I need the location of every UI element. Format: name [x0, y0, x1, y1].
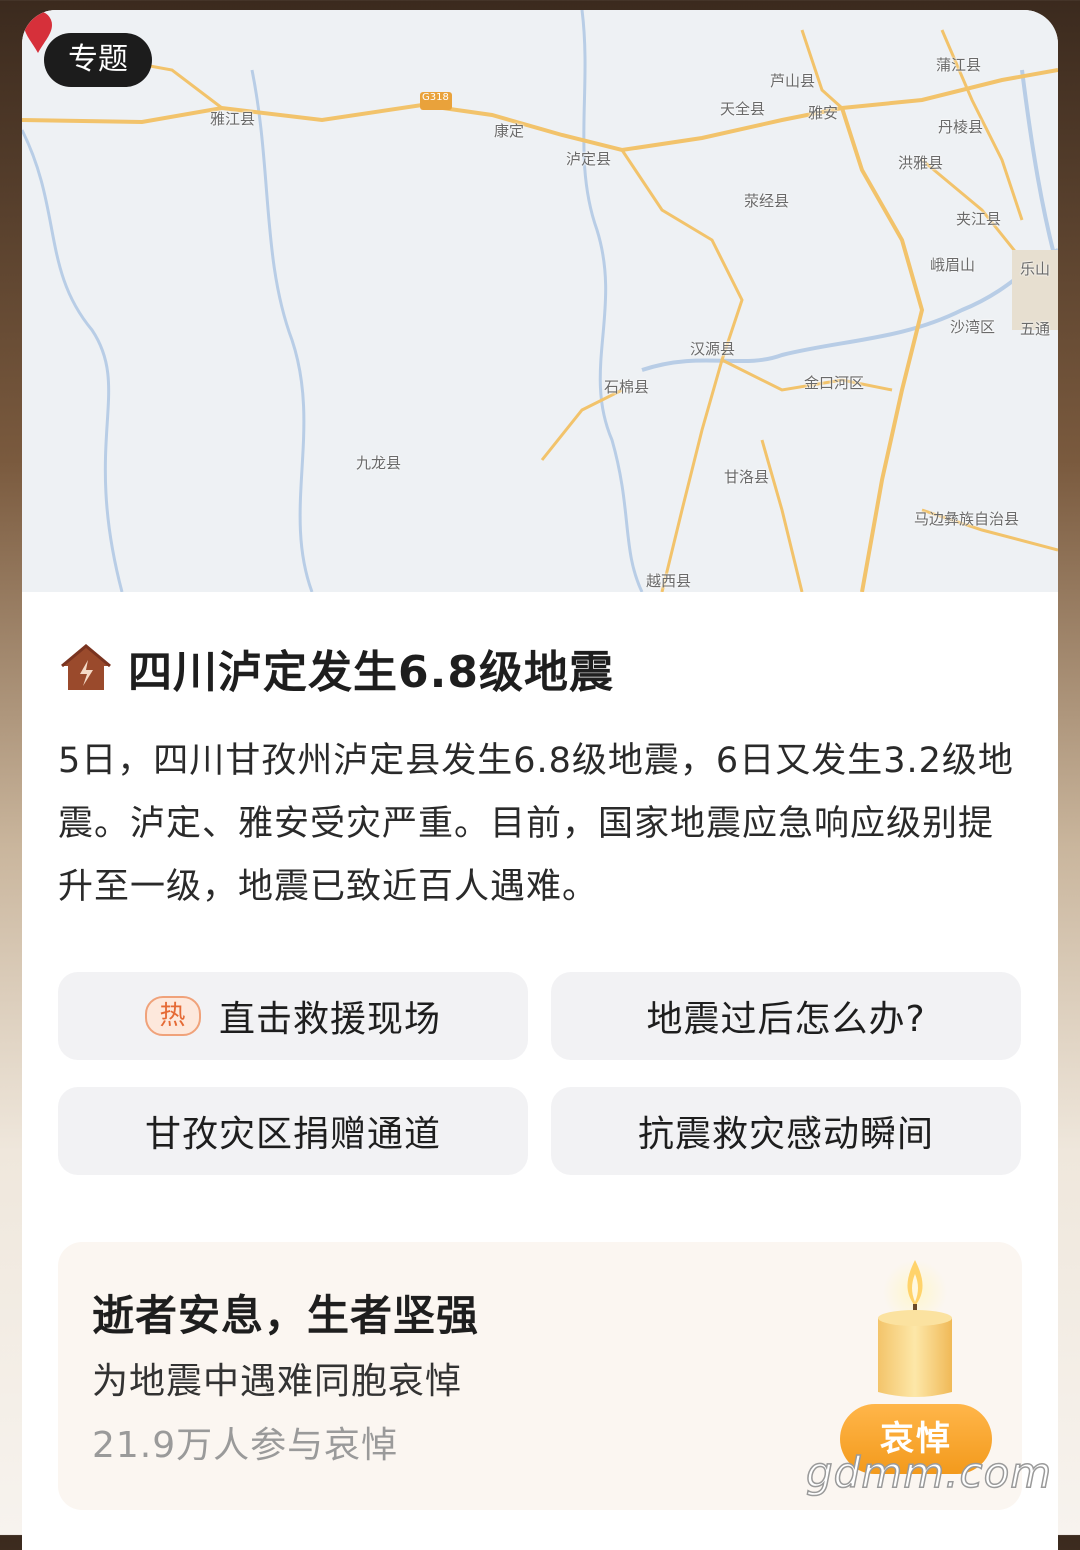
moments-label: 抗震救灾感动瞬间 — [637, 1114, 934, 1155]
map-label-wutong: 五通 — [1020, 320, 1051, 338]
article-title: 四川泸定发生6.8级地震 — [128, 647, 614, 698]
map-label-tianquan: 天全县 — [720, 100, 766, 118]
map-label-jiulong: 九龙县 — [356, 454, 402, 472]
map-label-lushan: 芦山县 — [770, 72, 816, 90]
map-label-kangding: 康定 — [494, 122, 525, 140]
article-description: 5日，四川甘孜州泸定县发生6.8级地震，6日又发生3.2级地震。泸定、雅安受灾严… — [58, 741, 1014, 907]
candle-icon — [878, 1260, 952, 1397]
map-label-yuexi: 越西县 — [646, 572, 692, 590]
mourning-title: 逝者安息，生者坚强 — [92, 1291, 480, 1340]
donation-label: 甘孜灾区捐赠通道 — [144, 1114, 441, 1155]
map-label-mabian: 马边彝族自治县 — [914, 510, 1020, 528]
map-label-g318: G318 — [422, 92, 449, 103]
map-label-leshan: 乐山 — [1020, 260, 1051, 278]
map-label-hanyuan: 汉源县 — [690, 340, 736, 358]
map-label-luding: 泸定县 — [566, 150, 612, 168]
after-quake-label: 地震过后怎么办? — [646, 999, 926, 1040]
map-label-yingjing: 荥经县 — [744, 192, 790, 210]
rescue-scene-label: 直击救援现场 — [218, 999, 441, 1040]
mourning-count: 21.9万人参与哀悼 — [92, 1425, 399, 1466]
map-label-shawan: 沙湾区 — [950, 318, 996, 336]
map-label-yajiang: 雅江县 — [210, 110, 256, 128]
topic-card: 雅江县 康定 泸定县 天全县 芦山县 雅安 蒲江县 丹棱县 洪雅县 荥经县 夹江… — [22, 10, 1058, 1550]
moments-button[interactable]: 抗震救灾感动瞬间 — [551, 1087, 1021, 1175]
topic-tag: 专题 — [44, 33, 152, 87]
watermark: gdmm.com — [805, 1447, 1053, 1498]
map-label-emeishan: 峨眉山 — [930, 256, 976, 274]
map-label-ganluo: 甘洛县 — [724, 468, 770, 486]
map-roads — [22, 10, 1058, 592]
donation-button[interactable]: 甘孜灾区捐赠通道 — [58, 1087, 528, 1175]
map-label-hongya: 洪雅县 — [898, 154, 944, 172]
map-label-yaan: 雅安 — [808, 104, 839, 122]
hot-badge: 热 — [144, 996, 201, 1036]
mourning-subtitle: 为地震中遇难同胞哀悼 — [92, 1361, 463, 1402]
house-quake-icon — [61, 644, 111, 690]
map-label-shimian: 石棉县 — [604, 378, 650, 396]
after-quake-button[interactable]: 地震过后怎么办? — [551, 972, 1021, 1060]
earthquake-map[interactable]: 雅江县 康定 泸定县 天全县 芦山县 雅安 蒲江县 丹棱县 洪雅县 荥经县 夹江… — [22, 10, 1058, 592]
map-label-pujiang: 蒲江县 — [936, 56, 982, 74]
rescue-scene-button[interactable]: 热 直击救援现场 — [58, 972, 528, 1060]
article-title-row: 四川泸定发生6.8级地震 — [58, 638, 614, 698]
map-label-jiajiang: 夹江县 — [956, 210, 1002, 228]
map-label-danleng: 丹棱县 — [938, 118, 984, 136]
map-label-jinkouhe: 金口河区 — [804, 374, 865, 392]
